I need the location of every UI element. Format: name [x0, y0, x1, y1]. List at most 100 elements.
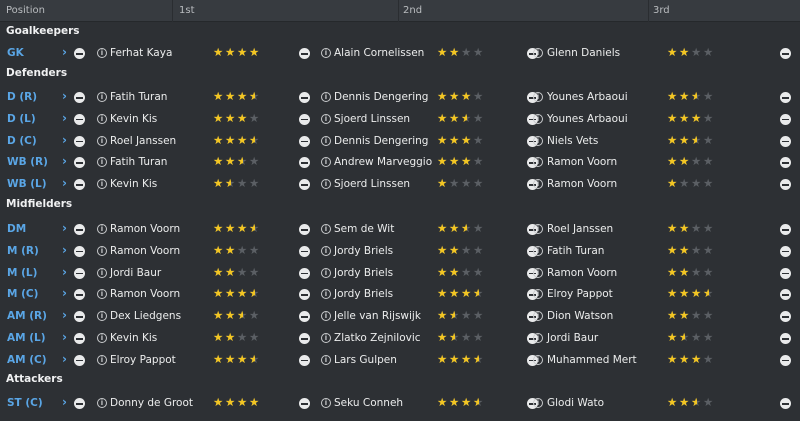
minus-circle-icon[interactable]	[780, 398, 791, 409]
player-name[interactable]: Zlatko Zejnilovic	[334, 332, 421, 344]
position-label[interactable]: AM (C)	[7, 354, 47, 366]
chevron-right-icon[interactable]: ›	[62, 111, 67, 125]
info-icon[interactable]: i	[533, 354, 543, 365]
info-icon[interactable]: i	[533, 92, 543, 102]
info-icon[interactable]: i	[97, 354, 107, 365]
minus-circle-icon[interactable]	[299, 135, 310, 147]
position-label[interactable]: WB (R)	[7, 156, 48, 168]
info-icon[interactable]: i	[97, 311, 107, 322]
info-icon[interactable]: i	[321, 311, 331, 322]
chevron-right-icon[interactable]: ›	[62, 133, 67, 147]
info-icon[interactable]: i	[321, 245, 331, 256]
player-name[interactable]: Jelle van Rijswijk	[334, 310, 421, 322]
chevron-right-icon[interactable]: ›	[62, 395, 67, 409]
minus-circle-icon[interactable]	[780, 311, 791, 323]
info-icon[interactable]: i	[533, 398, 543, 408]
minus-circle-icon[interactable]	[780, 333, 791, 344]
player-name[interactable]: Donny de Groot	[110, 397, 193, 409]
minus-circle-icon[interactable]	[74, 157, 85, 169]
minus-circle-icon[interactable]	[780, 289, 791, 301]
minus-circle-icon[interactable]	[780, 179, 791, 191]
position-label[interactable]: AM (L)	[7, 332, 46, 344]
minus-circle-icon[interactable]	[299, 179, 310, 191]
position-label[interactable]: D (L)	[7, 113, 36, 125]
chevron-right-icon[interactable]: ›	[62, 243, 67, 257]
player-name[interactable]: Niels Vets	[547, 135, 598, 147]
player-name[interactable]: Jordy Briels	[334, 288, 393, 300]
info-icon[interactable]: i	[321, 333, 331, 343]
info-icon[interactable]: i	[321, 48, 331, 58]
header-first[interactable]: 1st	[179, 5, 195, 16]
chevron-right-icon[interactable]: ›	[62, 176, 67, 190]
player-name[interactable]: Ramon Voorn	[110, 223, 180, 235]
minus-circle-icon[interactable]	[780, 267, 791, 279]
player-name[interactable]: Elroy Pappot	[547, 288, 613, 300]
minus-circle-icon[interactable]	[74, 92, 85, 103]
minus-circle-icon[interactable]	[299, 267, 310, 279]
player-name[interactable]: Kevin Kis	[110, 113, 157, 125]
minus-circle-icon[interactable]	[74, 354, 85, 366]
player-name[interactable]: Sjoerd Linssen	[334, 178, 410, 190]
player-name[interactable]: Alain Cornelissen	[334, 47, 424, 59]
position-label[interactable]: DM	[7, 223, 26, 235]
minus-circle-icon[interactable]	[299, 48, 310, 59]
player-name[interactable]: Younes Arbaoui	[547, 113, 628, 125]
minus-circle-icon[interactable]	[74, 224, 85, 235]
player-name[interactable]: Lars Gulpen	[334, 354, 397, 366]
player-name[interactable]: Fatih Turan	[547, 245, 604, 257]
minus-circle-icon[interactable]	[780, 245, 791, 257]
minus-circle-icon[interactable]	[74, 245, 85, 257]
header-third[interactable]: 3rd	[653, 5, 670, 16]
player-name[interactable]: Ferhat Kaya	[110, 47, 172, 59]
info-icon[interactable]: i	[533, 113, 543, 124]
position-label[interactable]: M (R)	[7, 245, 39, 257]
player-name[interactable]: Seku Conneh	[334, 397, 403, 409]
info-icon[interactable]: i	[321, 224, 331, 234]
minus-circle-icon[interactable]	[780, 157, 791, 169]
player-name[interactable]: Ramon Voorn	[110, 245, 180, 257]
player-name[interactable]: Dex Liedgens	[110, 310, 181, 322]
position-label[interactable]: M (L)	[7, 267, 37, 279]
info-icon[interactable]: i	[321, 113, 331, 124]
chevron-right-icon[interactable]: ›	[62, 89, 67, 103]
position-label[interactable]: WB (L)	[7, 178, 47, 190]
minus-circle-icon[interactable]	[74, 333, 85, 344]
position-label[interactable]: AM (R)	[7, 310, 47, 322]
info-icon[interactable]: i	[97, 157, 107, 168]
player-name[interactable]: Jordy Briels	[334, 267, 393, 279]
minus-circle-icon[interactable]	[299, 289, 310, 301]
info-icon[interactable]: i	[533, 289, 543, 300]
info-icon[interactable]: i	[321, 289, 331, 300]
info-icon[interactable]: i	[321, 179, 331, 190]
minus-circle-icon[interactable]	[780, 48, 791, 59]
player-name[interactable]: Younes Arbaoui	[547, 91, 628, 103]
player-name[interactable]: Glodi Wato	[547, 397, 604, 409]
chevron-right-icon[interactable]: ›	[62, 154, 67, 168]
position-label[interactable]: M (C)	[7, 288, 38, 300]
chevron-right-icon[interactable]: ›	[62, 352, 67, 366]
minus-circle-icon[interactable]	[780, 135, 791, 147]
info-icon[interactable]: i	[97, 289, 107, 300]
player-name[interactable]: Sjoerd Linssen	[334, 113, 410, 125]
info-icon[interactable]: i	[97, 245, 107, 256]
player-name[interactable]: Dennis Dengering	[334, 91, 428, 103]
player-name[interactable]: Jordi Baur	[110, 267, 161, 279]
chevron-right-icon[interactable]: ›	[62, 221, 67, 235]
chevron-right-icon[interactable]: ›	[62, 45, 67, 59]
minus-circle-icon[interactable]	[299, 311, 310, 323]
info-icon[interactable]: i	[533, 311, 543, 322]
info-icon[interactable]: i	[97, 48, 107, 58]
info-icon[interactable]: i	[321, 135, 331, 146]
chevron-right-icon[interactable]: ›	[62, 265, 67, 279]
minus-circle-icon[interactable]	[299, 333, 310, 344]
player-name[interactable]: Dion Watson	[547, 310, 613, 322]
info-icon[interactable]: i	[97, 92, 107, 102]
chevron-right-icon[interactable]: ›	[62, 308, 67, 322]
info-icon[interactable]: i	[533, 157, 543, 168]
info-icon[interactable]: i	[533, 135, 543, 146]
minus-circle-icon[interactable]	[780, 113, 791, 125]
minus-circle-icon[interactable]	[74, 398, 85, 409]
position-label[interactable]: D (R)	[7, 91, 37, 103]
info-icon[interactable]: i	[533, 267, 543, 278]
info-icon[interactable]: i	[533, 224, 543, 234]
